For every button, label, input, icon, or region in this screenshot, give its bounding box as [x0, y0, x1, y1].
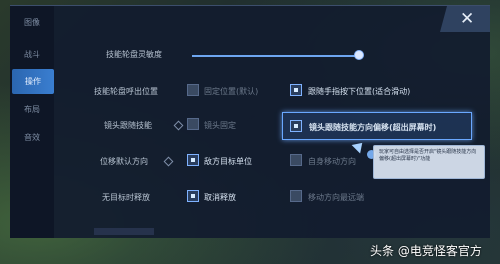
displacement-enemy-label: 敌方目标单位 [204, 157, 252, 166]
wheel-position-fixed-label: 固定位置(默认) [204, 87, 259, 96]
wheel-position-follow-checkbox[interactable] [290, 84, 302, 96]
watermark: 头条 @电竞怪客官方 [370, 244, 482, 258]
sensitivity-slider-fill [192, 55, 359, 57]
camera-follow-label: 镜头跟随技能 [104, 121, 152, 130]
sidebar-item-sound[interactable]: 音效 [14, 125, 50, 150]
sensitivity-slider-knob[interactable] [353, 50, 364, 60]
displacement-label: 位移默认方向 [100, 157, 148, 166]
camera-fixed-label: 镜头固定 [204, 121, 236, 130]
no-target-cancel-label: 取消释放 [204, 193, 236, 202]
camera-offset-checkbox[interactable] [290, 120, 302, 132]
settings-sidebar: 图像 战斗 操作 布局 音效 [10, 6, 54, 238]
tooltip: 玩家可自由选择是否开启"镜头跟随技能方向偏移(超出屏幕时)"功能 [373, 145, 485, 179]
no-target-cancel-checkbox[interactable] [187, 190, 199, 202]
info-diamond-icon [163, 156, 174, 167]
displacement-enemy-checkbox[interactable] [187, 154, 199, 166]
camera-offset-label: 镜头跟随技能方向偏移(超出屏幕时) [309, 123, 437, 132]
info-diamond-icon [173, 120, 184, 131]
no-target-farthest-checkbox[interactable] [290, 190, 302, 202]
sidebar-item-layout[interactable]: 布局 [14, 97, 50, 122]
wheel-position-label: 技能轮盘呼出位置 [94, 87, 158, 96]
sensitivity-slider-track[interactable] [192, 55, 362, 57]
camera-fixed-checkbox[interactable] [187, 118, 199, 130]
displacement-self-label: 自身移动方向 [308, 157, 356, 166]
bottom-bar [94, 228, 154, 235]
wheel-position-follow-label: 跟随手指按下位置(适合滑动) [308, 87, 411, 96]
settings-panel: 图像 战斗 操作 布局 音效 ✕ 技能轮盘灵敏度 技能轮盘呼出位置 固定位置(默… [10, 5, 490, 238]
no-target-farthest-label: 移动方向最远端 [308, 193, 364, 202]
sidebar-item-controls[interactable]: 操作 [12, 69, 54, 94]
close-button[interactable]: ✕ [440, 6, 490, 32]
sensitivity-label: 技能轮盘灵敏度 [106, 50, 162, 59]
no-target-label: 无目标时释放 [102, 193, 150, 202]
displacement-self-checkbox[interactable] [290, 154, 302, 166]
sidebar-item-graphics[interactable]: 图像 [14, 10, 50, 35]
wheel-position-fixed-checkbox[interactable] [187, 84, 199, 96]
close-icon: ✕ [460, 9, 475, 29]
sidebar-item-combat[interactable]: 战斗 [14, 42, 50, 67]
